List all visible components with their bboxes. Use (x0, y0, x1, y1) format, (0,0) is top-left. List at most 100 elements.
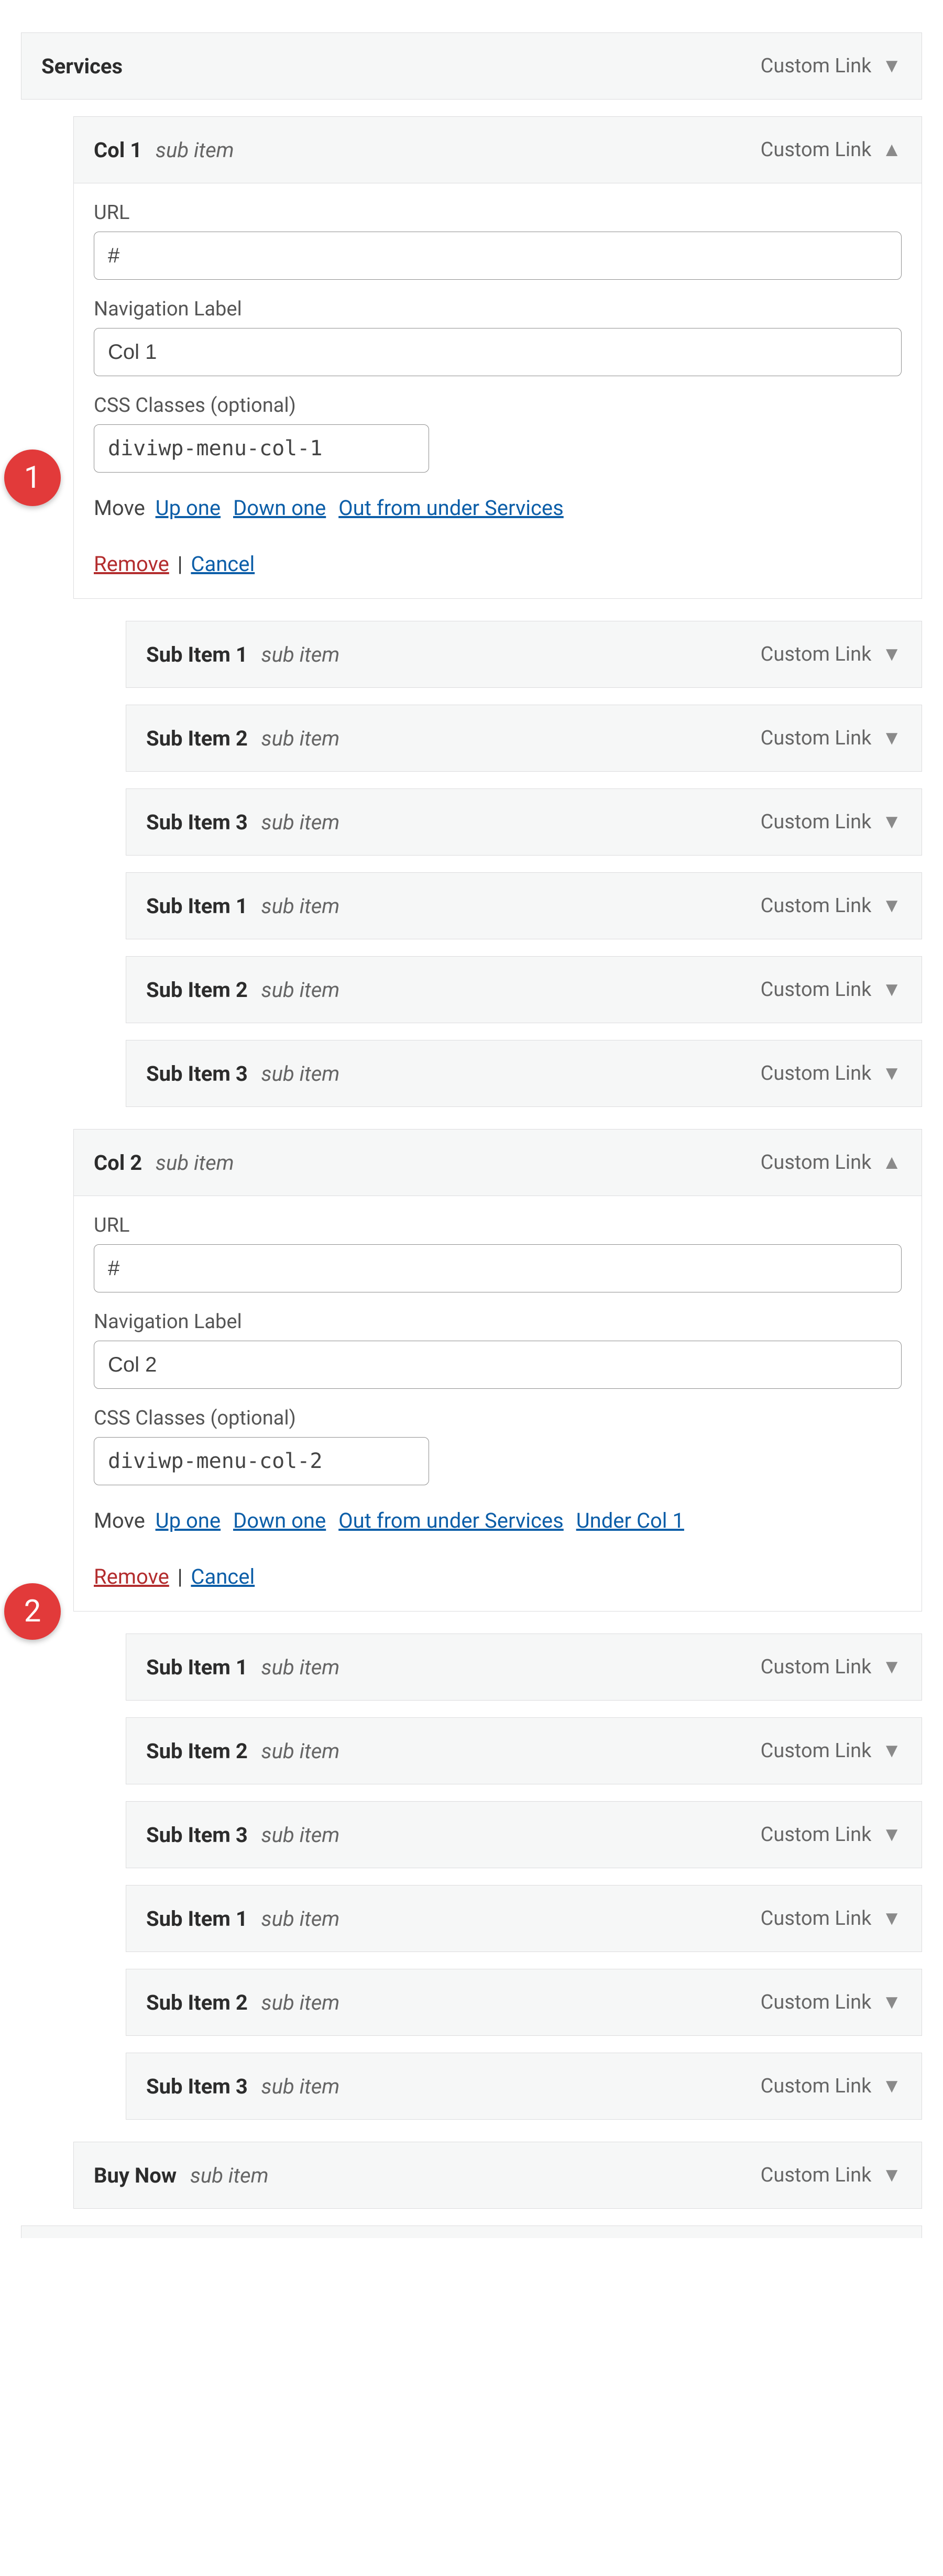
item-title: Sub Item 2 (146, 726, 248, 751)
item-title: Sub Item 1 (146, 1906, 248, 1931)
move-up-one-link[interactable]: Up one (156, 1508, 221, 1533)
item-title: Sub Item 2 (146, 1990, 248, 2015)
sep: | (178, 1564, 183, 1589)
callout-2-label: 2 (24, 1594, 41, 1629)
move-label: Move (94, 1508, 145, 1533)
css-classes-label: CSS Classes (optional) (94, 1407, 902, 1430)
item-title: Sub Item 3 (146, 1061, 248, 1086)
link-type-label: Custom Link (761, 978, 872, 1001)
link-type-label: Custom Link (761, 1656, 872, 1679)
menu-item-sub[interactable]: Sub Item 2 sub item Custom Link ▼ (126, 1717, 922, 1784)
caret-down-icon[interactable]: ▼ (882, 1657, 902, 1677)
caret-down-icon[interactable]: ▼ (882, 1909, 902, 1928)
item-title: Sub Item 1 (146, 642, 248, 667)
menu-item-partial (21, 2226, 922, 2238)
item-title: Sub Item 2 (146, 978, 248, 1002)
menu-item-sub[interactable]: Sub Item 3 sub item Custom Link ▼ (126, 2053, 922, 2120)
cancel-link[interactable]: Cancel (191, 552, 255, 576)
remove-link[interactable]: Remove (94, 1564, 169, 1589)
caret-down-icon[interactable]: ▼ (882, 1992, 902, 2012)
link-type-label: Custom Link (761, 643, 872, 666)
item-title: Sub Item 3 (146, 2074, 248, 2099)
sub-item-label: sub item (261, 2074, 340, 2099)
caret-down-icon[interactable]: ▼ (882, 56, 902, 76)
caret-up-icon[interactable]: ▲ (882, 1153, 902, 1172)
sub-item-label: sub item (156, 1150, 234, 1175)
move-under-col1-link[interactable]: Under Col 1 (576, 1508, 684, 1533)
caret-down-icon[interactable]: ▼ (882, 728, 902, 748)
sub-item-label: sub item (261, 726, 340, 751)
sep: | (178, 552, 183, 576)
item-title: Sub Item 1 (146, 894, 248, 918)
menu-item-sub[interactable]: Sub Item 2 sub item Custom Link ▼ (126, 705, 922, 772)
css-classes-input[interactable] (94, 1437, 429, 1485)
move-down-one-link[interactable]: Down one (233, 496, 326, 520)
url-input[interactable] (94, 232, 902, 280)
nav-label-input[interactable] (94, 1341, 902, 1389)
nav-label-label: Navigation Label (94, 1310, 902, 1333)
menu-item-col2[interactable]: Col 2 sub item Custom Link ▲ (73, 1129, 922, 1196)
menu-item-col2-panel: URL Navigation Label CSS Classes (option… (73, 1196, 922, 1612)
menu-item-sub[interactable]: Sub Item 3 sub item Custom Link ▼ (126, 1801, 922, 1868)
menu-item-sub[interactable]: Sub Item 2 sub item Custom Link ▼ (126, 1969, 922, 2036)
callout-1-label: 1 (24, 460, 41, 496)
menu-item-sub[interactable]: Sub Item 3 sub item Custom Link ▼ (126, 1040, 922, 1107)
sub-item-label: sub item (261, 1823, 340, 1847)
caret-down-icon[interactable]: ▼ (882, 1741, 902, 1761)
cancel-link[interactable]: Cancel (191, 1564, 255, 1589)
caret-down-icon[interactable]: ▼ (882, 980, 902, 1000)
link-type-label: Custom Link (761, 894, 872, 917)
sub-item-label: sub item (261, 1906, 340, 1931)
css-classes-label: CSS Classes (optional) (94, 394, 902, 417)
callout-2: 2 (4, 1583, 61, 1640)
remove-link[interactable]: Remove (94, 552, 169, 576)
menu-item-col1[interactable]: Col 1 sub item Custom Link ▲ (73, 116, 922, 183)
link-type-label: Custom Link (761, 138, 872, 161)
url-input[interactable] (94, 1244, 902, 1292)
link-type-label: Custom Link (761, 1991, 872, 2014)
link-type-label: Custom Link (761, 2164, 872, 2187)
menu-item-col1-panel: URL Navigation Label CSS Classes (option… (73, 183, 922, 599)
move-down-one-link[interactable]: Down one (233, 1508, 326, 1533)
link-type-label: Custom Link (761, 727, 872, 750)
sub-item-label: sub item (261, 810, 340, 835)
caret-down-icon[interactable]: ▼ (882, 1825, 902, 1845)
item-title: Sub Item 3 (146, 810, 248, 835)
item-title: Services (41, 54, 123, 79)
move-out-link[interactable]: Out from under Services (338, 496, 564, 520)
item-title: Sub Item 3 (146, 1823, 248, 1847)
menu-item-sub[interactable]: Sub Item 1 sub item Custom Link ▼ (126, 872, 922, 939)
item-title: Sub Item 2 (146, 1739, 248, 1763)
move-up-one-link[interactable]: Up one (156, 496, 221, 520)
link-type-label: Custom Link (761, 1062, 872, 1085)
menu-item-sub[interactable]: Sub Item 2 sub item Custom Link ▼ (126, 956, 922, 1023)
link-type-label: Custom Link (761, 1739, 872, 1762)
item-title: Sub Item 1 (146, 1655, 248, 1680)
caret-down-icon[interactable]: ▼ (882, 2165, 902, 2185)
caret-up-icon[interactable]: ▲ (882, 140, 902, 160)
url-label: URL (94, 1214, 902, 1237)
sub-item-label: sub item (261, 978, 340, 1002)
menu-item-services[interactable]: Services Custom Link ▼ (21, 32, 922, 100)
css-classes-input[interactable] (94, 424, 429, 473)
caret-down-icon[interactable]: ▼ (882, 1064, 902, 1083)
nav-label-label: Navigation Label (94, 298, 902, 321)
caret-down-icon[interactable]: ▼ (882, 896, 902, 916)
sub-item-label: sub item (261, 894, 340, 918)
menu-item-sub[interactable]: Sub Item 1 sub item Custom Link ▼ (126, 621, 922, 688)
caret-down-icon[interactable]: ▼ (882, 812, 902, 832)
sub-item-label: sub item (261, 1739, 340, 1763)
menu-item-sub[interactable]: Sub Item 1 sub item Custom Link ▼ (126, 1885, 922, 1952)
move-out-link[interactable]: Out from under Services (338, 1508, 564, 1533)
caret-down-icon[interactable]: ▼ (882, 2076, 902, 2096)
item-title: Buy Now (94, 2163, 177, 2188)
caret-down-icon[interactable]: ▼ (882, 644, 902, 664)
link-type-label: Custom Link (761, 1151, 872, 1174)
menu-item-buy-now[interactable]: Buy Now sub item Custom Link ▼ (73, 2142, 922, 2209)
item-title: Col 2 (94, 1150, 142, 1175)
url-label: URL (94, 201, 902, 224)
sub-item-label: sub item (261, 642, 340, 667)
menu-item-sub[interactable]: Sub Item 1 sub item Custom Link ▼ (126, 1634, 922, 1701)
menu-item-sub[interactable]: Sub Item 3 sub item Custom Link ▼ (126, 788, 922, 856)
nav-label-input[interactable] (94, 328, 902, 376)
